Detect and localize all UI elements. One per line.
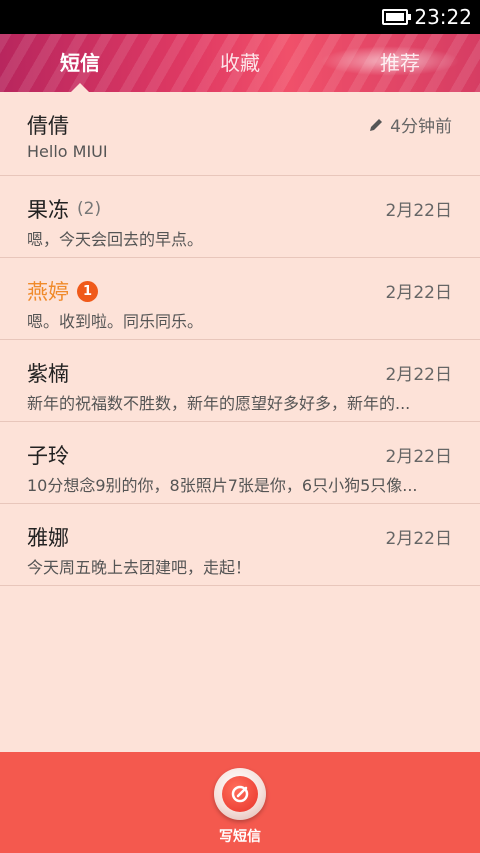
message-date: 2月22日 xyxy=(385,447,452,467)
conversation-item[interactable]: 倩倩 Hello MIUI 4分钟前 xyxy=(0,92,480,176)
message-date: 2月22日 xyxy=(385,529,452,549)
conversation-item[interactable]: 燕婷 1 嗯。收到啦。同乐同乐。 2月22日 xyxy=(0,258,480,340)
conversation-list: 倩倩 Hello MIUI 4分钟前 果冻 (2) 嗯，今天会回去的早点。 2月… xyxy=(0,92,480,586)
tab-label: 收藏 xyxy=(220,51,260,75)
contact-name: 果冻 (2) xyxy=(27,198,102,222)
conversation-item[interactable]: 紫楠 新年的祝福数不胜数，新年的愿望好多好多，新年的... 2月22日 xyxy=(0,340,480,422)
tab-label: 推荐 xyxy=(380,51,420,75)
conversation-item[interactable]: 雅娜 今天周五晚上去团建吧，走起！ 2月22日 xyxy=(0,504,480,586)
tab-sms[interactable]: 短信 xyxy=(0,34,160,92)
status-indicators: 23:22 xyxy=(382,0,472,34)
tab-bar: 短信 收藏 推荐 xyxy=(0,34,480,92)
message-preview: 10分想念9别的你，8张照片7张是你，6只小狗5只像... xyxy=(27,476,418,495)
contact-name: 雅娜 xyxy=(27,526,69,550)
conversation-item[interactable]: 果冻 (2) 嗯，今天会回去的早点。 2月22日 xyxy=(0,176,480,258)
tab-favorites[interactable]: 收藏 xyxy=(160,34,320,92)
pencil-icon xyxy=(370,118,383,131)
bottom-action-bar: 写短信 xyxy=(0,752,480,853)
contact-name: 紫楠 xyxy=(27,362,69,386)
message-preview: 嗯。收到啦。同乐同乐。 xyxy=(27,312,204,331)
compose-label: 写短信 xyxy=(219,829,261,845)
tab-recommended[interactable]: 推荐 xyxy=(320,34,480,92)
clock: 23:22 xyxy=(414,5,472,29)
active-tab-indicator xyxy=(71,83,89,92)
message-count: (2) xyxy=(77,199,102,219)
contact-name: 燕婷 1 xyxy=(27,276,98,306)
contact-name: 倩倩 xyxy=(27,114,69,138)
conversation-item[interactable]: 子玲 10分想念9别的你，8张照片7张是你，6只小狗5只像... 2月22日 xyxy=(0,422,480,504)
message-preview: 今天周五晚上去团建吧，走起！ xyxy=(27,558,252,577)
contact-name: 子玲 xyxy=(27,444,69,468)
message-date: 2月22日 xyxy=(385,365,452,385)
message-date: 2月22日 xyxy=(385,201,452,221)
unread-badge: 1 xyxy=(77,280,98,302)
status-bar: 23:22 xyxy=(0,0,480,34)
message-preview: 嗯，今天会回去的早点。 xyxy=(27,230,204,249)
header: 短信 收藏 推荐 xyxy=(0,34,480,92)
compose-button-circle xyxy=(214,768,266,820)
compose-icon xyxy=(222,776,258,812)
message-preview: Hello MIUI xyxy=(27,142,108,161)
message-date: 2月22日 xyxy=(385,283,452,303)
tab-label: 短信 xyxy=(60,51,100,75)
message-preview: 新年的祝福数不胜数，新年的愿望好多好多，新年的... xyxy=(27,394,411,413)
compose-button[interactable]: 写短信 xyxy=(200,768,280,846)
battery-icon xyxy=(382,9,412,25)
message-date: 4分钟前 xyxy=(368,112,452,137)
